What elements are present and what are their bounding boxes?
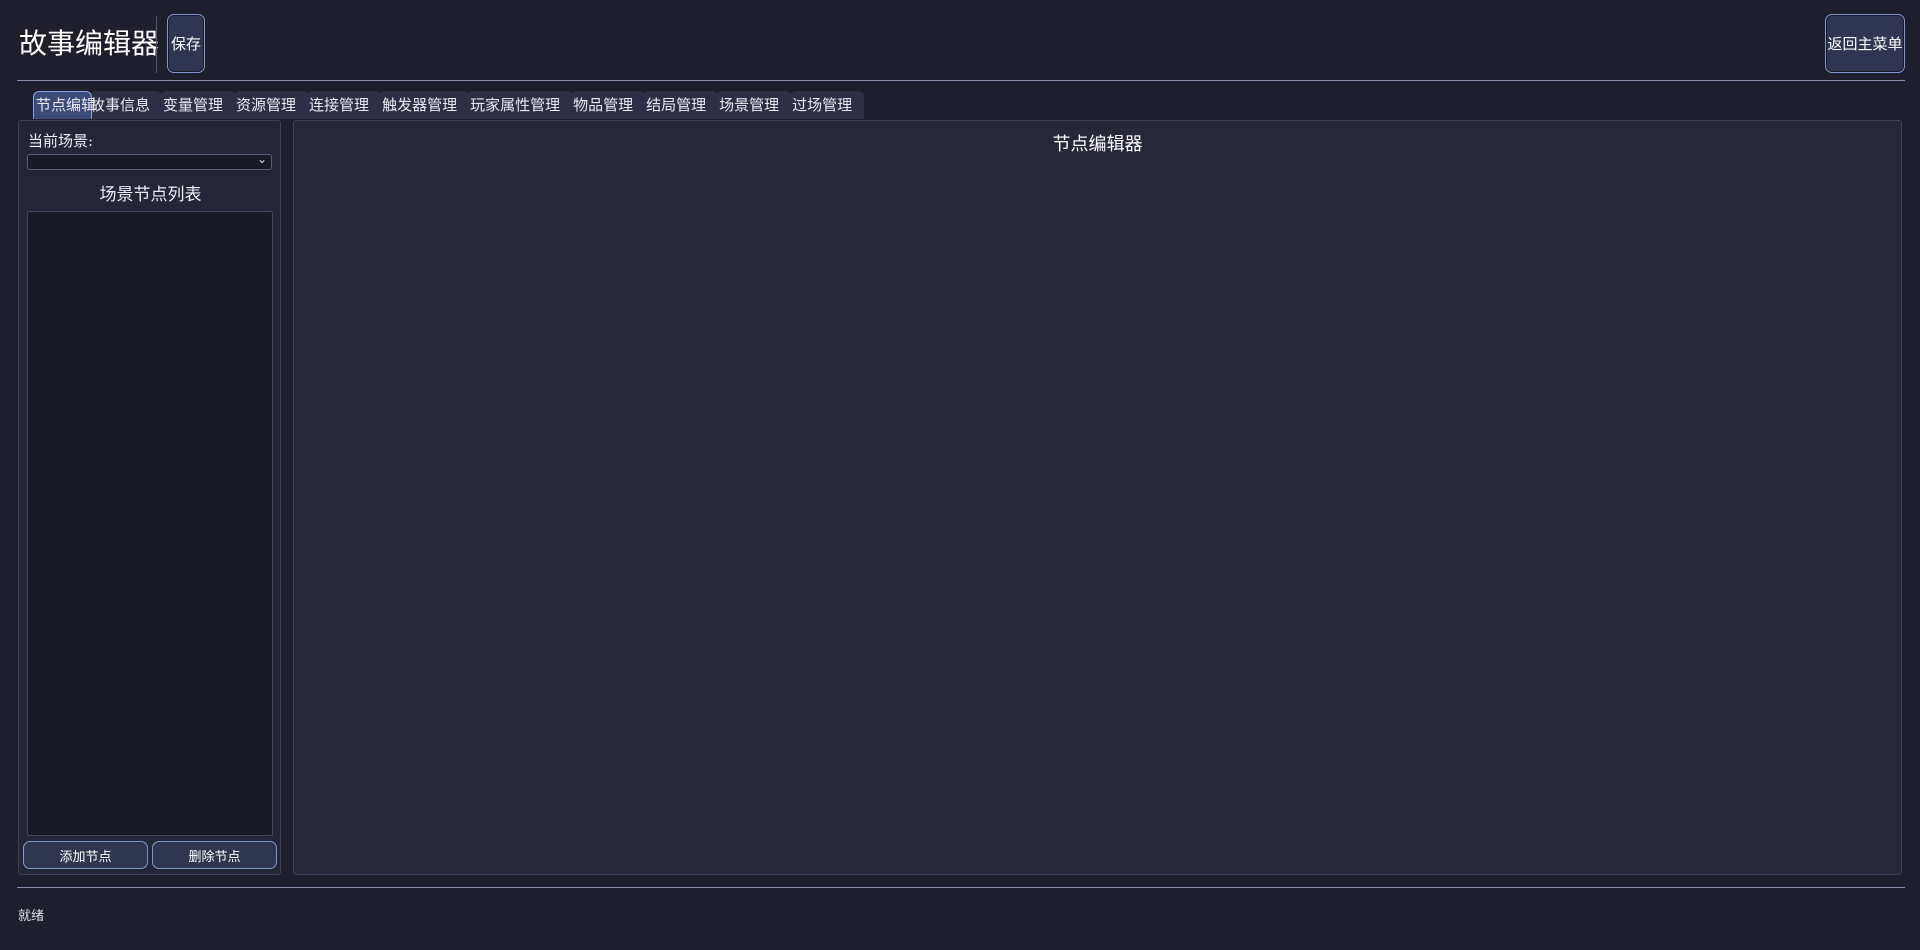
tab-story-info[interactable]: 故事信息 [90,91,163,119]
tab-label: 变量管理 [163,96,224,114]
tab-scenes[interactable]: 场景管理 [717,91,792,119]
tab-variables[interactable]: 变量管理 [161,91,236,119]
tab-label: 过场管理 [792,96,853,114]
add-node-button[interactable]: 添加节点 [23,841,148,869]
tab-connections[interactable]: 连接管理 [307,91,382,119]
node-editor-canvas[interactable]: 节点编辑器 [293,120,1902,875]
tab-triggers[interactable]: 触发器管理 [380,91,470,119]
tab-cutscenes[interactable]: 过场管理 [790,91,865,119]
tab-resources[interactable]: 资源管理 [234,91,309,119]
scene-node-panel: 当前场景: ⌄ 场景节点列表 添加节点 删除节点 [18,120,281,875]
tab-label: 玩家属性管理 [470,96,561,114]
save-button[interactable]: 保存 [167,14,205,73]
tab-player-attributes[interactable]: 玩家属性管理 [468,91,573,119]
current-scene-label: 当前场景: [28,132,94,150]
header-bar: 故事编辑器 保存 返回主菜单 [17,14,1905,81]
footer-divider [17,887,1905,888]
status-text: 就绪 [18,909,45,924]
title-divider [156,16,157,73]
tab-node-edit[interactable]: 节点编辑 [33,91,96,119]
chevron-down-icon: ⌄ [256,152,267,166]
scene-node-list[interactable] [27,211,273,836]
tab-label: 资源管理 [236,96,297,114]
app-title: 故事编辑器 [19,27,160,60]
tab-label: 场景管理 [719,96,780,114]
delete-node-button[interactable]: 删除节点 [152,841,277,869]
tab-label: 连接管理 [309,96,370,114]
tab-label: 故事信息 [90,96,151,114]
tab-label: 节点编辑 [36,96,97,114]
tab-endings[interactable]: 结局管理 [644,91,719,119]
story-editor-app: 故事编辑器 保存 返回主菜单 节点编辑 故事信息 变量管理 资源管理 连接管理 … [0,0,1920,950]
tab-label: 结局管理 [646,96,707,114]
back-to-main-menu-button[interactable]: 返回主菜单 [1825,14,1905,73]
tab-items[interactable]: 物品管理 [571,91,646,119]
node-editor-title: 节点编辑器 [1052,134,1143,155]
tab-label: 触发器管理 [382,96,458,114]
tab-bar: 节点编辑 故事信息 变量管理 资源管理 连接管理 触发器管理 玩家属性管理 物品… [33,91,865,119]
node-list-title: 场景节点列表 [99,185,202,205]
tab-label: 物品管理 [573,96,634,114]
current-scene-select[interactable]: ⌄ [27,152,272,170]
